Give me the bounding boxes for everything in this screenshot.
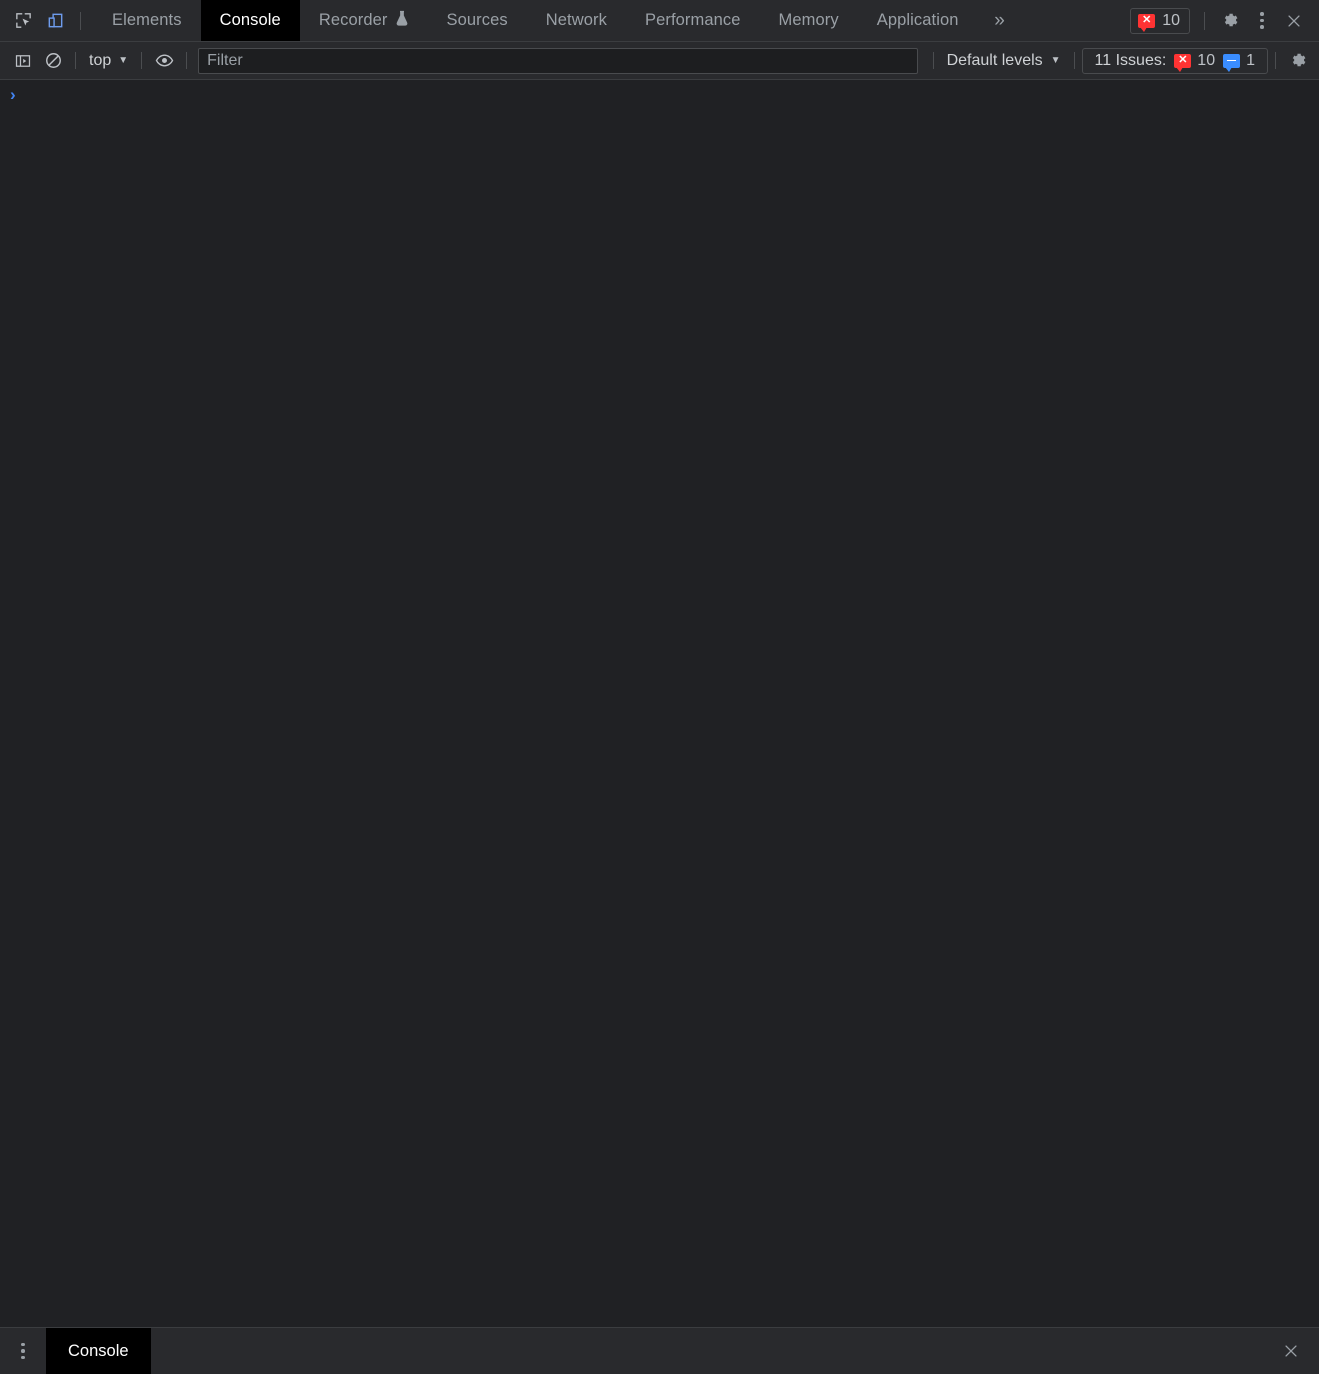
- tab-label: Memory: [779, 11, 839, 30]
- more-tabs-label: »: [994, 10, 1005, 32]
- execution-context-value: top: [89, 52, 111, 70]
- execution-context-selector[interactable]: top ▼: [83, 49, 134, 73]
- error-bubble-icon: ✕: [1138, 14, 1155, 28]
- experiment-flask-icon: [395, 10, 409, 31]
- live-expression-eye-icon[interactable]: [149, 46, 179, 76]
- tab-elements[interactable]: Elements: [93, 0, 201, 41]
- clear-console-icon[interactable]: [38, 46, 68, 76]
- toolbar-separator-2: [141, 52, 142, 69]
- console-toolbar: top ▼ Default levels ▼ 11 Issues: ✕ 10 1: [0, 42, 1319, 80]
- issues-info-count: 1: [1246, 52, 1255, 70]
- more-vertical-icon[interactable]: [1247, 6, 1277, 36]
- log-level-value: Default levels: [947, 52, 1043, 70]
- devtools-tabbar: Elements Console Recorder Sources Networ…: [0, 0, 1319, 42]
- info-bubble-icon: [1223, 54, 1240, 68]
- drawer-tab-console[interactable]: Console: [46, 1328, 151, 1374]
- tab-label: Network: [546, 11, 607, 30]
- panel-tabs: Elements Console Recorder Sources Networ…: [93, 0, 1130, 41]
- tabbar-separator: [80, 12, 81, 30]
- toolbar-separator-6: [1275, 52, 1276, 69]
- tab-performance[interactable]: Performance: [626, 0, 760, 41]
- more-vertical-dots: [21, 1343, 25, 1360]
- drawer-tab-label: Console: [68, 1342, 129, 1361]
- more-tabs-chevron-icon[interactable]: »: [978, 0, 1022, 41]
- console-message-area[interactable]: ›: [0, 80, 1319, 1327]
- issues-chip[interactable]: 11 Issues: ✕ 10 1: [1082, 48, 1268, 74]
- tab-recorder[interactable]: Recorder: [300, 0, 428, 41]
- console-prompt-row[interactable]: ›: [0, 80, 1319, 106]
- prompt-chevron-icon: ›: [10, 86, 26, 103]
- toolbar-separator-4: [933, 52, 934, 69]
- issues-info-group: 1: [1223, 52, 1255, 70]
- console-sidebar-icon[interactable]: [8, 46, 38, 76]
- tab-network[interactable]: Network: [527, 0, 626, 41]
- issues-error-count: 10: [1197, 52, 1215, 70]
- tab-label: Application: [877, 11, 959, 30]
- toolbar-separator-5: [1074, 52, 1075, 69]
- tab-label: Sources: [447, 11, 508, 30]
- drawer-tabbar: Console: [0, 1327, 1319, 1374]
- inspect-element-icon[interactable]: [8, 6, 38, 36]
- close-icon[interactable]: [1279, 6, 1309, 36]
- console-settings-gear-icon[interactable]: [1283, 46, 1313, 76]
- log-level-selector[interactable]: Default levels ▼: [941, 49, 1067, 73]
- tabbar-right-tools: ✕ 10: [1130, 0, 1319, 41]
- error-count-chip[interactable]: ✕ 10: [1130, 8, 1190, 34]
- gear-icon[interactable]: [1215, 6, 1245, 36]
- tabbar-left-tools: [0, 0, 93, 41]
- tab-label: Console: [220, 11, 281, 30]
- toolbar-separator-1: [75, 52, 76, 69]
- tab-label: Performance: [645, 11, 741, 30]
- tab-sources[interactable]: Sources: [428, 0, 527, 41]
- more-vertical-icon[interactable]: [0, 1328, 46, 1374]
- issues-label: 11 Issues:: [1095, 52, 1167, 70]
- drawer-left: Console: [0, 1328, 151, 1374]
- more-vertical-dots: [1260, 12, 1264, 29]
- error-bubble-icon: ✕: [1174, 54, 1191, 68]
- tab-memory[interactable]: Memory: [760, 0, 858, 41]
- tabbar-right-separator: [1204, 12, 1205, 30]
- tab-label: Recorder: [319, 11, 388, 30]
- console-prompt-input[interactable]: [26, 86, 1319, 104]
- drawer-spacer: [151, 1328, 1263, 1374]
- filter-input[interactable]: [198, 48, 917, 74]
- chevron-down-icon: ▼: [118, 56, 128, 66]
- issues-error-group: ✕ 10: [1174, 52, 1215, 70]
- device-toolbar-icon[interactable]: [40, 6, 70, 36]
- chevron-down-icon: ▼: [1051, 56, 1061, 66]
- tab-console[interactable]: Console: [201, 0, 300, 41]
- drawer-close-icon[interactable]: [1263, 1328, 1319, 1374]
- toolbar-separator-3: [186, 52, 187, 69]
- tab-application[interactable]: Application: [858, 0, 978, 41]
- tab-label: Elements: [112, 11, 182, 30]
- error-count: 10: [1162, 12, 1180, 30]
